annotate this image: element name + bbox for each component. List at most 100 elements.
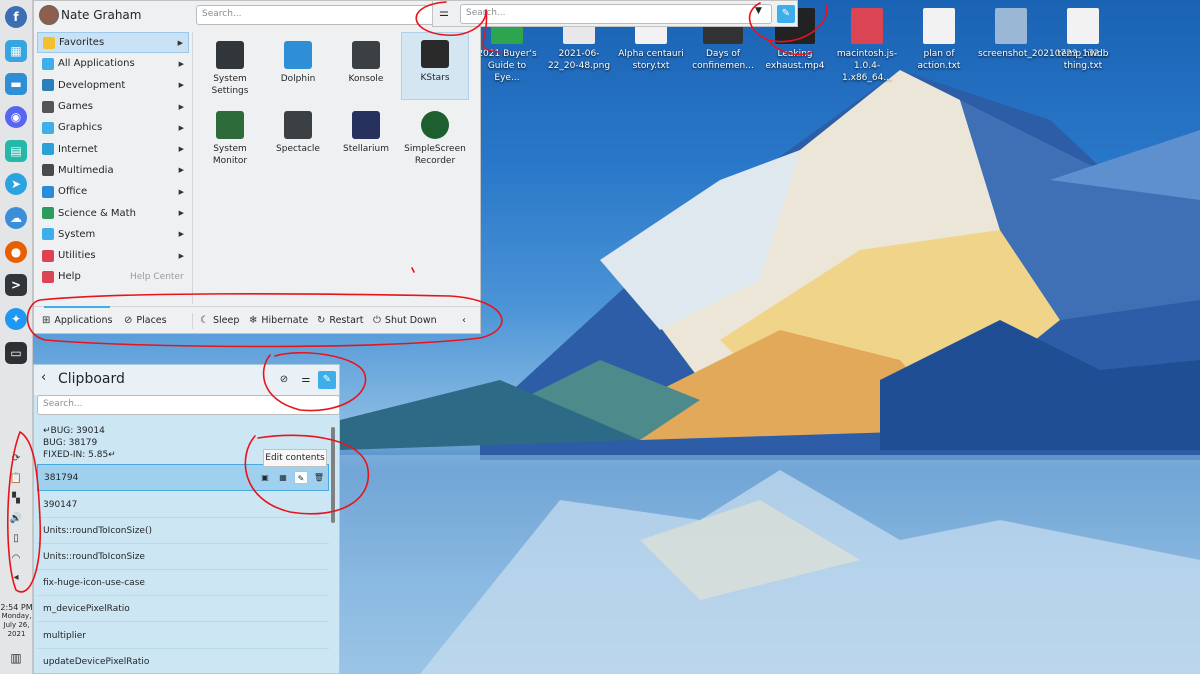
chevron-right-icon: ▶ bbox=[178, 145, 184, 154]
fedora-launcher-icon[interactable]: f bbox=[5, 6, 27, 28]
clipboard-item[interactable]: 390147 bbox=[37, 492, 329, 518]
category-system[interactable]: System ▶ bbox=[37, 224, 189, 245]
clipboard-item-text: Units::roundToIconSize bbox=[43, 552, 145, 562]
launcher-search-input[interactable]: Search... bbox=[196, 5, 438, 25]
clipboard-icon[interactable]: 📋 bbox=[7, 473, 25, 487]
clock-date: July 26, bbox=[3, 621, 30, 629]
desktop-file-label: plan of action.txt bbox=[917, 49, 961, 71]
pin-icon[interactable]: ✎ bbox=[318, 371, 336, 389]
volume-icon[interactable]: 🔊 bbox=[7, 513, 25, 527]
restart-button[interactable]: ↻ Restart bbox=[317, 315, 364, 326]
category-label: Games bbox=[58, 101, 93, 113]
app-dolphin[interactable]: Dolphin bbox=[264, 34, 332, 102]
star-icon bbox=[43, 36, 55, 49]
app-stellarium[interactable]: Stellarium bbox=[332, 104, 400, 172]
launcher-header: Nate Graham Search... bbox=[34, 1, 480, 31]
clipboard-item[interactable]: multiplier bbox=[37, 623, 329, 649]
category-office[interactable]: Office ▶ bbox=[37, 181, 189, 202]
category-science-math[interactable]: Science & Math ▶ bbox=[37, 202, 189, 223]
app-kstars[interactable]: KStars bbox=[401, 32, 469, 100]
tab-applications-label: Applications bbox=[54, 315, 113, 326]
telegram-icon[interactable]: ➤ bbox=[5, 173, 27, 195]
network-globe-icon[interactable]: ✦ bbox=[5, 308, 27, 330]
settings-icon bbox=[216, 41, 244, 69]
sleep-button[interactable]: ☾ Sleep bbox=[200, 315, 239, 326]
category-games[interactable]: Games ▶ bbox=[37, 96, 189, 117]
desktop-file-label: temp hwdb thing.txt bbox=[1057, 49, 1109, 71]
chevron-left-icon[interactable]: ‹ bbox=[41, 370, 46, 385]
hibernate-label: Hibernate bbox=[261, 315, 309, 326]
battery-icon[interactable]: ▯ bbox=[7, 533, 25, 547]
snowflake-icon: ❄ bbox=[249, 315, 258, 326]
category-utilities[interactable]: Utilities ▶ bbox=[37, 245, 189, 266]
category-label: All Applications bbox=[58, 58, 135, 70]
app-system-monitor[interactable]: System Monitor bbox=[196, 104, 264, 172]
clipboard-item[interactable]: m_devicePixelRatio bbox=[37, 596, 329, 622]
dolphin-icon[interactable]: ▬ bbox=[5, 73, 27, 95]
media-player-icon[interactable]: ▭ bbox=[5, 342, 27, 364]
terminal-icon bbox=[352, 41, 380, 69]
pin-icon[interactable]: ✎ bbox=[777, 5, 795, 23]
krunner-search-input[interactable]: Search... bbox=[460, 4, 772, 24]
tray-expand-icon[interactable]: ◂ bbox=[7, 572, 25, 586]
discord-icon[interactable]: ◉ bbox=[5, 106, 27, 128]
app-konsole[interactable]: Konsole bbox=[332, 34, 400, 102]
category-favorites[interactable]: Favorites ▶ bbox=[37, 32, 189, 54]
tab-places[interactable]: ⊘ Places bbox=[124, 315, 167, 326]
panel-app-icon[interactable]: ▦ bbox=[5, 40, 27, 62]
category-label: Science & Math bbox=[58, 207, 136, 219]
category-all-applications[interactable]: All Applications ▶ bbox=[37, 53, 189, 74]
clipboard-item[interactable]: 381794 ▣ ▦ ✎ 🗑 bbox=[37, 464, 329, 491]
system-icon bbox=[42, 228, 54, 241]
firefox-icon[interactable]: ● bbox=[5, 241, 27, 263]
category-graphics[interactable]: Graphics ▶ bbox=[37, 117, 189, 138]
delete-icon[interactable]: 🗑 bbox=[312, 471, 326, 484]
update-icon[interactable]: ⟳ bbox=[7, 453, 25, 467]
app-simplescreen-recorder[interactable]: SimpleScreen Recorder bbox=[401, 104, 469, 172]
matrix-client-icon[interactable]: ☁ bbox=[5, 207, 27, 229]
leave-menu-button[interactable]: ‹ bbox=[462, 315, 470, 326]
barcode-icon[interactable]: ▣ bbox=[258, 471, 272, 484]
folder-icon bbox=[284, 41, 312, 69]
avatar[interactable] bbox=[39, 5, 59, 25]
desktop-file-icon[interactable]: screenshot_20210723_172... bbox=[978, 8, 1108, 60]
clipboard-item-text: multiplier bbox=[43, 631, 86, 641]
clock[interactable]: 2:54 PM Monday, July 26, 2021 bbox=[0, 603, 33, 639]
settings-sliders-icon[interactable]: ⚌ bbox=[439, 6, 449, 19]
app-system-settings[interactable]: System Settings bbox=[196, 34, 264, 102]
qr-code-icon[interactable]: ▦ bbox=[276, 471, 290, 484]
category-development[interactable]: Development ▶ bbox=[37, 75, 189, 96]
clipboard-search-input[interactable]: Search... bbox=[37, 395, 340, 415]
desktop-file-icon[interactable]: plan of action.txt bbox=[906, 8, 972, 72]
category-internet[interactable]: Internet ▶ bbox=[37, 138, 189, 159]
clipboard-item[interactable]: fix-huge-icon-use-case bbox=[37, 570, 329, 596]
clear-history-icon[interactable]: ⊘ bbox=[275, 371, 293, 389]
compass-icon: ⊘ bbox=[124, 315, 133, 326]
chat-icon[interactable]: ▤ bbox=[5, 140, 27, 162]
wifi-icon[interactable]: ◠ bbox=[7, 553, 25, 567]
trash-icon[interactable]: ▥ bbox=[7, 651, 25, 665]
shutdown-button[interactable]: ⏻ Shut Down bbox=[373, 315, 437, 326]
scrollbar[interactable] bbox=[331, 427, 335, 523]
edit-icon[interactable]: ✎ bbox=[294, 471, 308, 484]
desktop-file-label: screenshot_20210723_172... bbox=[978, 49, 1108, 59]
category-label: Development bbox=[58, 79, 126, 91]
desktop-file-icon[interactable]: temp hwdb thing.txt bbox=[1050, 8, 1116, 72]
chevron-right-icon: ▶ bbox=[178, 123, 184, 132]
configure-icon[interactable]: ⚌ bbox=[297, 371, 315, 389]
clipboard-item[interactable]: Units::roundToIconSize bbox=[37, 544, 329, 570]
app-spectacle[interactable]: Spectacle bbox=[264, 104, 332, 172]
app-label: Spectacle bbox=[276, 144, 320, 154]
category-help[interactable]: Help Help Center bbox=[37, 266, 189, 287]
clipboard-item[interactable]: updateDevicePixelRatio bbox=[37, 649, 329, 674]
konsole-icon[interactable]: > bbox=[5, 274, 27, 296]
tab-applications[interactable]: ⊞ Applications bbox=[42, 315, 112, 326]
display-icon[interactable]: ▚ bbox=[7, 493, 25, 507]
help-icon bbox=[42, 270, 54, 283]
hibernate-button[interactable]: ❄ Hibernate bbox=[249, 315, 308, 326]
category-multimedia[interactable]: Multimedia ▶ bbox=[37, 160, 189, 181]
divider bbox=[192, 313, 193, 329]
chevron-down-icon[interactable]: ▼ bbox=[755, 6, 762, 16]
clipboard-item[interactable]: Units::roundToIconSize() bbox=[37, 518, 329, 544]
desktop-file-icon[interactable]: macintosh.js-1.0.4-1.x86_64... bbox=[834, 8, 900, 84]
